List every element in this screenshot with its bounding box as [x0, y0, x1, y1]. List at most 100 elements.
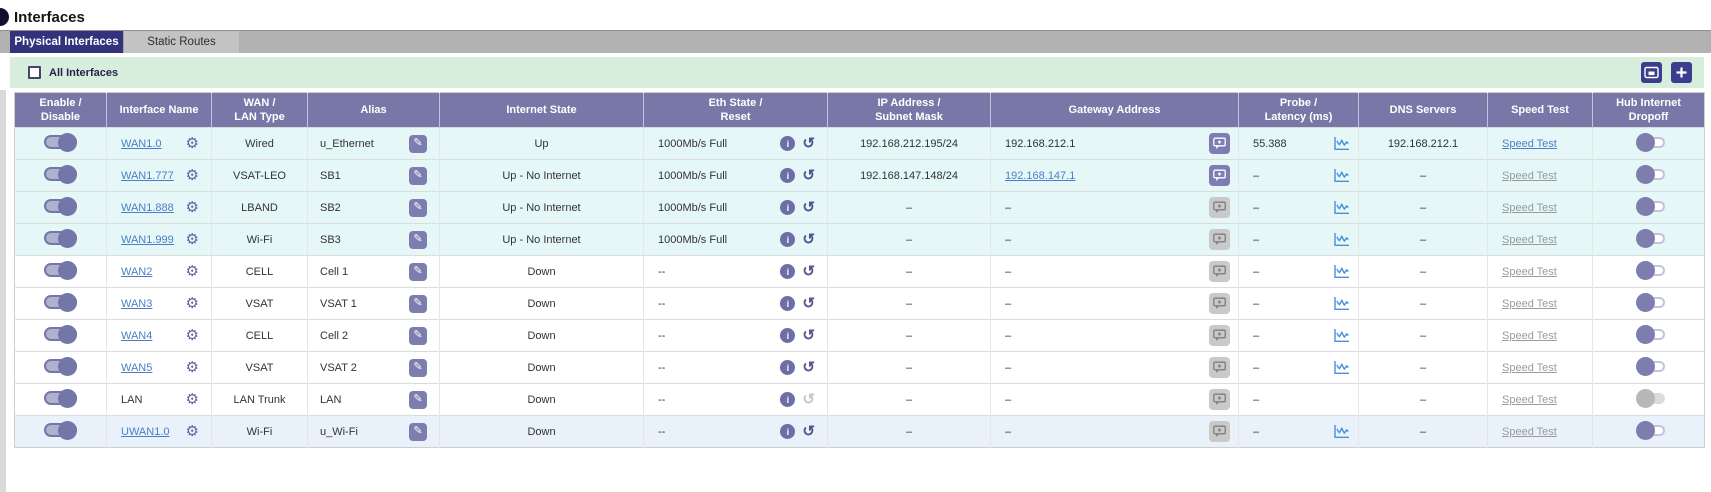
interface-name-link[interactable]: WAN3	[121, 298, 152, 310]
edit-alias-button[interactable]: ✎	[409, 231, 427, 249]
interface-name-link[interactable]: WAN1.999	[121, 234, 174, 246]
gear-icon[interactable]: ⚙	[186, 168, 199, 183]
all-interfaces-checkbox[interactable]	[28, 66, 41, 79]
tab-static-routes[interactable]: Static Routes	[123, 31, 239, 53]
reset-icon[interactable]: ↺	[802, 232, 815, 247]
info-icon[interactable]: i	[780, 424, 795, 439]
gateway-monitor-icon	[1213, 201, 1226, 214]
enable-toggle[interactable]	[44, 263, 77, 277]
latency-chart-icon[interactable]	[1333, 168, 1350, 183]
speed-test-link: Speed Test	[1502, 234, 1557, 246]
reset-icon[interactable]: ↺	[802, 200, 815, 215]
speed-test-link[interactable]: Speed Test	[1502, 138, 1557, 150]
interface-name-link[interactable]: WAN4	[121, 330, 152, 342]
enable-toggle[interactable]	[44, 199, 77, 213]
info-icon[interactable]: i	[780, 360, 795, 375]
enable-toggle[interactable]	[44, 295, 77, 309]
gear-icon[interactable]: ⚙	[186, 136, 199, 151]
latency-chart-icon[interactable]	[1333, 328, 1350, 343]
latency-chart-icon[interactable]	[1333, 424, 1350, 439]
interface-name-link[interactable]: WAN2	[121, 266, 152, 278]
page-title: Interfaces	[14, 9, 85, 26]
latency-chart-icon[interactable]	[1333, 360, 1350, 375]
edit-alias-button[interactable]: ✎	[409, 199, 427, 217]
enable-toggle[interactable]	[44, 167, 77, 181]
reset-icon[interactable]: ↺	[802, 296, 815, 311]
interface-name-link[interactable]: WAN1.0	[121, 138, 162, 150]
hub-dropoff-toggle[interactable]	[1638, 265, 1665, 276]
image-button[interactable]	[1641, 62, 1662, 83]
alias-cell: Cell 1✎	[308, 256, 440, 288]
info-icon[interactable]: i	[780, 232, 795, 247]
enable-toggle[interactable]	[44, 135, 77, 149]
reset-icon[interactable]: ↺	[802, 136, 815, 151]
edit-alias-button[interactable]: ✎	[409, 423, 427, 441]
alias-wrap: LAN✎	[308, 391, 439, 409]
reset-icon[interactable]: ↺	[802, 264, 815, 279]
gear-icon[interactable]: ⚙	[186, 360, 199, 375]
alias-wrap: u_Wi-Fi✎	[308, 423, 439, 441]
hub-dropoff-toggle[interactable]	[1638, 137, 1665, 148]
tab-physical-interfaces[interactable]: Physical Interfaces	[10, 31, 123, 53]
gateway-address-text: –	[1005, 394, 1011, 406]
latency-chart-icon[interactable]	[1333, 232, 1350, 247]
gateway-ping-button[interactable]	[1209, 133, 1230, 154]
gear-icon[interactable]: ⚙	[186, 392, 199, 407]
edit-alias-button[interactable]: ✎	[409, 295, 427, 313]
hub-dropoff-toggle[interactable]	[1638, 233, 1665, 244]
edit-alias-button[interactable]: ✎	[409, 263, 427, 281]
info-icon[interactable]: i	[780, 136, 795, 151]
edit-alias-button[interactable]: ✎	[409, 135, 427, 153]
reset-icon[interactable]: ↺	[802, 360, 815, 375]
interface-name-link[interactable]: WAN5	[121, 362, 152, 374]
column-header-line: Hub Internet	[1593, 96, 1704, 110]
hub-dropoff-toggle[interactable]	[1638, 425, 1665, 436]
enable-toggle[interactable]	[44, 327, 77, 341]
info-icon[interactable]: i	[780, 168, 795, 183]
interface-name-link[interactable]: UWAN1.0	[121, 426, 170, 438]
eth-state-cell: 1000Mb/s Fulli↺	[644, 128, 828, 160]
edit-alias-button[interactable]: ✎	[409, 167, 427, 185]
speed-test-link: Speed Test	[1502, 394, 1557, 406]
enable-toggle[interactable]	[44, 359, 77, 373]
enable-toggle[interactable]	[44, 391, 77, 405]
reset-icon[interactable]: ↺	[802, 168, 815, 183]
gear-icon[interactable]: ⚙	[186, 264, 199, 279]
enable-toggle[interactable]	[44, 231, 77, 245]
gear-icon[interactable]: ⚙	[186, 328, 199, 343]
latency-chart-icon[interactable]	[1333, 296, 1350, 311]
interface-name-link[interactable]: WAN1.777	[121, 170, 174, 182]
reset-icon[interactable]: ↺	[802, 328, 815, 343]
edit-alias-button[interactable]: ✎	[409, 359, 427, 377]
info-icon[interactable]: i	[780, 328, 795, 343]
reset-icon[interactable]: ↺	[802, 424, 815, 439]
latency-chart-icon[interactable]	[1333, 200, 1350, 215]
gateway-ping-button[interactable]	[1209, 165, 1230, 186]
enable-toggle[interactable]	[44, 423, 77, 437]
interface-name-link[interactable]: WAN1.888	[121, 202, 174, 214]
hub-dropoff-toggle[interactable]	[1638, 201, 1665, 212]
hub-dropoff-toggle[interactable]	[1638, 361, 1665, 372]
gateway-address-link[interactable]: 192.168.147.1	[1005, 170, 1075, 182]
column-header-alias: Alias	[308, 93, 440, 128]
edit-alias-button[interactable]: ✎	[409, 327, 427, 345]
latency-chart-icon[interactable]	[1333, 264, 1350, 279]
latency-chart-icon[interactable]	[1333, 136, 1350, 151]
info-icon[interactable]: i	[780, 264, 795, 279]
gear-icon[interactable]: ⚙	[186, 232, 199, 247]
gear-icon[interactable]: ⚙	[186, 200, 199, 215]
hub-dropoff-toggle[interactable]	[1638, 297, 1665, 308]
edit-alias-button[interactable]: ✎	[409, 391, 427, 409]
info-icon[interactable]: i	[780, 200, 795, 215]
info-icon[interactable]: i	[780, 296, 795, 311]
gear-icon[interactable]: ⚙	[186, 296, 199, 311]
column-header-line: Enable /	[15, 96, 106, 110]
info-icon[interactable]: i	[780, 392, 795, 407]
add-interface-button[interactable]	[1671, 62, 1692, 83]
hub-dropoff-toggle[interactable]	[1638, 169, 1665, 180]
column-header-line: Probe /	[1239, 96, 1358, 110]
hub-dropoff-toggle[interactable]	[1638, 329, 1665, 340]
gear-icon[interactable]: ⚙	[186, 424, 199, 439]
gateway-monitor-icon	[1213, 233, 1226, 246]
column-header-line: Internet State	[440, 103, 643, 117]
